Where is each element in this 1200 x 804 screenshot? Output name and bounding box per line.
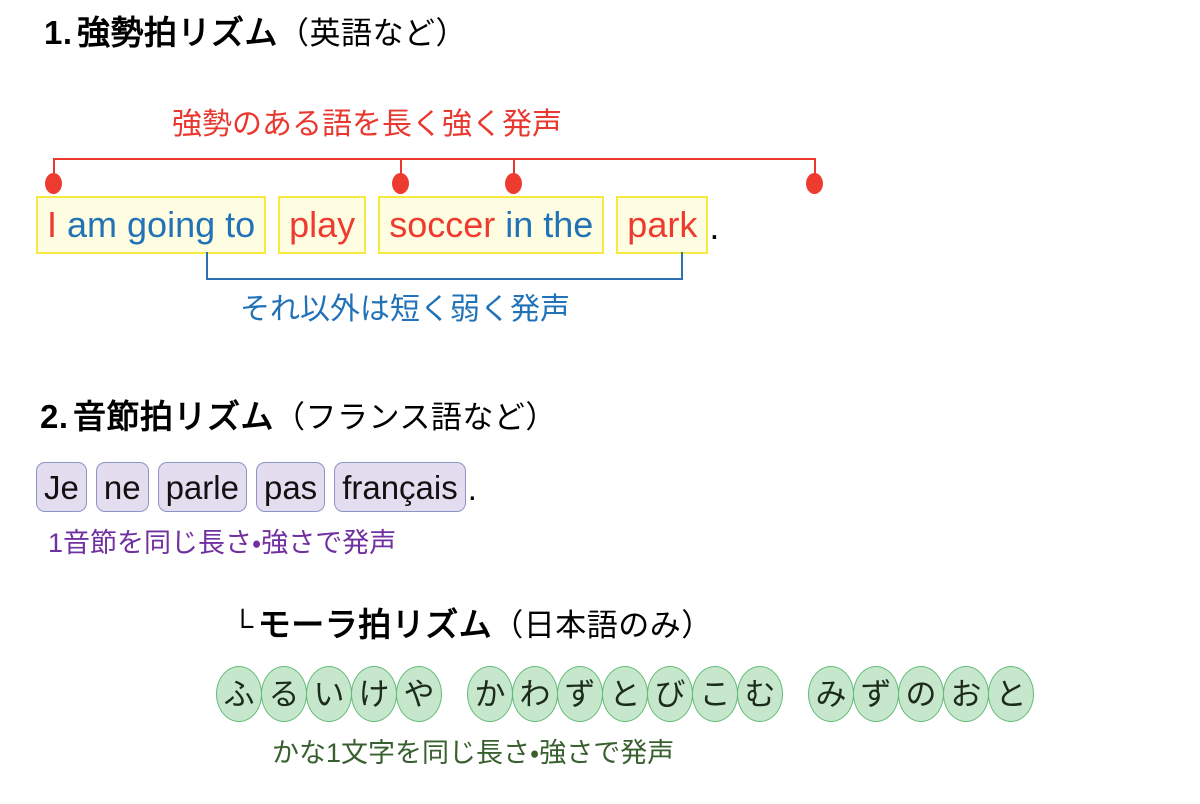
mora-cell: む xyxy=(737,666,783,722)
page-title-mora: └ モーラ拍リズム（日本語のみ） xyxy=(232,608,713,642)
mora-cell: と xyxy=(602,666,648,722)
english-sentence: I am going to play soccer in the park . xyxy=(36,196,719,254)
mora-cell: わ xyxy=(512,666,558,722)
mora-cell: の xyxy=(898,666,944,722)
mora-text: い xyxy=(313,676,345,712)
mora-text: び xyxy=(654,676,686,712)
stress-dot-icon xyxy=(505,173,522,194)
mora-text: け xyxy=(358,676,390,712)
mora-cell: こ xyxy=(692,666,738,722)
mora-cell: び xyxy=(647,666,693,722)
stressed-annotation-label: 強勢のある語を長く強く発声 xyxy=(172,108,562,141)
mora-text: ず xyxy=(860,676,892,712)
phrase-box: I am going to xyxy=(36,196,267,254)
mora-text: こ xyxy=(699,676,731,712)
syllable-text: ne xyxy=(103,468,141,506)
mora-group: み ず の お と xyxy=(808,666,1034,722)
stress-timed-section: 1. 強勢拍リズム（英語など） 強勢のある語を長く強く発声 I am going… xyxy=(0,0,1200,360)
stress-dot-icon xyxy=(45,173,62,194)
stressed-word: I xyxy=(47,204,58,245)
heading-number-1: 1. xyxy=(44,14,73,51)
mora-sentence: ふ る い け や か わ ず と び こ む み ず の お と xyxy=(216,666,1034,722)
weak-annotation-label: それ以外は短く弱く発声 xyxy=(240,293,570,326)
stress-dot-icon xyxy=(392,173,409,194)
stress-bracket xyxy=(0,150,1200,196)
heading-title-1: 強勢拍リズム xyxy=(76,14,278,51)
syllable-annotation-label: 1音節を同じ長さ・強さで発声 xyxy=(48,528,397,558)
weak-bracket-stem-1 xyxy=(206,252,208,280)
mora-text: ず xyxy=(564,676,596,712)
heading-title-3: モーラ拍リズム xyxy=(257,606,493,643)
stress-bracket-horizontal xyxy=(53,158,816,160)
mora-text: わ xyxy=(519,676,551,712)
weak-bracket xyxy=(0,252,1200,284)
mora-group: ふ る い け や xyxy=(216,666,442,722)
syllable-text: pas xyxy=(263,468,318,506)
mora-cell: み xyxy=(808,666,854,722)
stress-dot-icon xyxy=(806,173,823,194)
syllable-box: Je xyxy=(36,462,87,512)
mora-text: か xyxy=(474,676,506,712)
sentence-period: . xyxy=(467,470,477,507)
weak-word: am going to xyxy=(67,204,256,245)
syllable-text: parle xyxy=(165,468,239,506)
mora-cell: ふ xyxy=(216,666,262,722)
mora-cell: や xyxy=(396,666,442,722)
corner-branch-icon: └ xyxy=(232,610,254,643)
heading-paren-2: （フランス語など） xyxy=(273,400,557,435)
stressed-word: park xyxy=(627,204,698,245)
mora-annotation-label: かな1文字を同じ長さ・強さで発声 xyxy=(272,738,675,768)
heading-title-2: 音節拍リズム xyxy=(72,398,274,435)
mora-text: と xyxy=(995,676,1027,712)
syllable-box: français xyxy=(334,462,466,512)
syllable-text: Je xyxy=(44,468,79,506)
stressed-word: play xyxy=(289,204,356,245)
syllable-box: pas xyxy=(255,462,326,512)
mora-text: お xyxy=(950,676,982,712)
mora-text: み xyxy=(815,676,847,712)
mora-cell: か xyxy=(467,666,513,722)
mora-text: る xyxy=(268,676,300,712)
phrase-box: play xyxy=(278,196,367,254)
phrase-box: soccer in the xyxy=(378,196,605,254)
sentence-period: . xyxy=(709,206,720,247)
mora-cell: い xyxy=(306,666,352,722)
mora-cell: る xyxy=(261,666,307,722)
page-title-syllable: 2. 音節拍リズム（フランス語など） xyxy=(40,400,557,433)
weak-bracket-stem-2 xyxy=(681,252,683,280)
mora-text: ふ xyxy=(223,676,255,712)
mora-text: の xyxy=(905,676,937,712)
heading-paren-1: （英語など） xyxy=(277,16,467,51)
mora-cell: け xyxy=(351,666,397,722)
mora-cell: お xyxy=(943,666,989,722)
heading-paren-3: （日本語のみ） xyxy=(492,608,713,643)
mora-cell: ず xyxy=(557,666,603,722)
mora-cell: と xyxy=(988,666,1034,722)
weak-bracket-horizontal xyxy=(206,278,683,280)
weak-word: in the xyxy=(505,204,594,245)
mora-text: と xyxy=(609,676,641,712)
syllable-text: français xyxy=(342,468,458,506)
mora-text: む xyxy=(744,676,776,712)
page-title-stress: 1. 強勢拍リズム（英語など） xyxy=(44,16,467,49)
stressed-word: soccer xyxy=(389,204,496,245)
mora-cell: ず xyxy=(853,666,899,722)
heading-number-2: 2. xyxy=(40,398,69,435)
phrase-box: park xyxy=(616,196,709,254)
syllable-box: parle xyxy=(157,462,247,512)
french-sentence: Je ne parle pas français . xyxy=(36,462,477,512)
mora-group: か わ ず と び こ む xyxy=(467,666,783,722)
mora-text: や xyxy=(403,676,435,712)
syllable-box: ne xyxy=(95,462,149,512)
